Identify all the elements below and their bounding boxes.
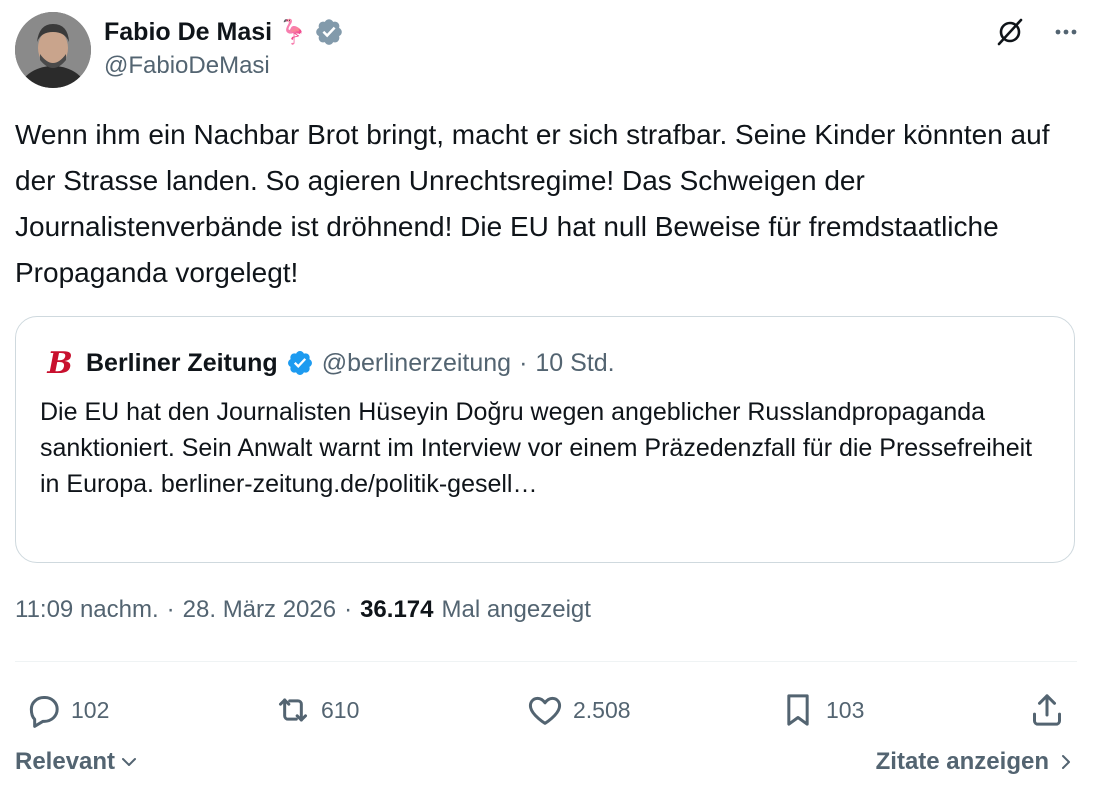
top-actions (994, 16, 1082, 48)
sort-dropdown[interactable]: Relevant (15, 748, 139, 776)
author-name[interactable]: Fabio De Masi (104, 18, 272, 47)
bookmark-button[interactable]: 103 (778, 684, 864, 736)
like-count: 2.508 (573, 696, 631, 723)
flamingo-emoji: 🦩 (278, 18, 308, 46)
more-icon[interactable] (1050, 16, 1082, 48)
view-quotes-link[interactable]: Zitate anzeigen (876, 748, 1075, 776)
quoted-tweet-text: Die EU hat den Journalisten Hüseyin Doğr… (40, 398, 1033, 498)
berliner-zeitung-logo[interactable]: B (42, 345, 78, 381)
bottom-row: Relevant Zitate anzeigen (15, 748, 1077, 788)
reply-icon (29, 696, 59, 728)
tweet-meta: 11:09 nachm. · 28. März 2026 · 36.174 Ma… (15, 596, 591, 624)
tweet-time[interactable]: 11:09 nachm. (15, 596, 159, 624)
view-quotes-label: Zitate anzeigen (875, 748, 1049, 775)
quoted-time[interactable]: 10 Std. (535, 349, 614, 378)
separator-dot: · (344, 596, 353, 623)
bookmark-icon (787, 694, 809, 726)
reply-button[interactable]: 102 (23, 684, 109, 736)
repost-count: 610 (321, 696, 360, 723)
heart-icon (528, 696, 562, 725)
tweet-text: Wenn ihm ein Nachbar Brot bringt, macht … (15, 119, 1050, 288)
views-label: Mal angezeigt (441, 596, 591, 623)
separator-dot: · (166, 596, 175, 623)
bookmark-count: 103 (826, 696, 865, 723)
divider (15, 661, 1077, 662)
quoted-tweet[interactable]: B Berliner Zeitung @berlinerzeitung · 10… (15, 316, 1075, 563)
repost-icon (279, 698, 307, 722)
author-name-row[interactable]: Fabio De Masi 🦩 (104, 14, 344, 50)
action-bar: 102 610 2.508 103 (15, 684, 1077, 736)
views-count: 36.174 (360, 596, 434, 623)
share-icon (1033, 694, 1061, 726)
share-button[interactable] (1027, 684, 1067, 736)
verified-badge-icon[interactable] (314, 17, 344, 47)
reply-count: 102 (71, 696, 110, 723)
tweet-date[interactable]: 28. März 2026 (183, 596, 336, 624)
logo-letter: B (47, 345, 73, 381)
quoted-author-name[interactable]: Berliner Zeitung (86, 349, 278, 378)
chevron-down-icon (122, 758, 137, 766)
separator-dot: · (519, 348, 528, 377)
repost-button[interactable]: 610 (273, 684, 359, 736)
quoted-author-handle[interactable]: @berlinerzeitung (322, 349, 511, 378)
grok-icon[interactable] (994, 16, 1026, 48)
author-handle[interactable]: @FabioDeMasi (104, 52, 270, 80)
chevron-right-icon (1062, 755, 1070, 769)
sort-label: Relevant (15, 748, 116, 775)
quoted-tweet-header: B Berliner Zeitung @berlinerzeitung · 10… (42, 345, 614, 381)
verified-badge-icon[interactable] (286, 349, 314, 377)
like-button[interactable]: 2.508 (525, 684, 631, 736)
avatar[interactable] (15, 12, 91, 88)
